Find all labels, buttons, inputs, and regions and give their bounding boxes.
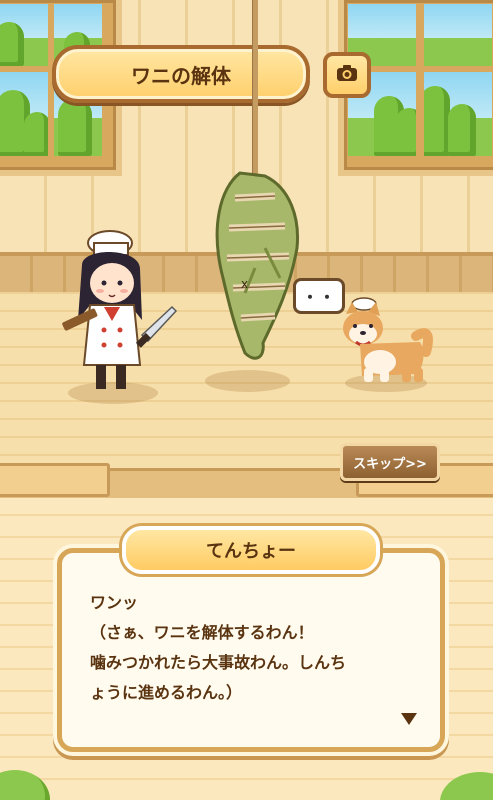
dialog-text: ワンッ （さぁ、ワニを解体するわん！ 噛みつかれたら大事故わん。しんち ょうに進… — [90, 588, 420, 708]
title-badge: ワニの解体 — [52, 45, 310, 103]
triangle-down-icon[interactable] — [401, 713, 417, 725]
hanging-rope — [252, 0, 258, 180]
svg-text:x: x — [241, 277, 248, 291]
dialog-line-3: 噛みつかれたら大事故わん。しんち — [90, 653, 347, 672]
dialog-line-1: ワンッ — [90, 593, 139, 612]
crocodile-shadow — [205, 370, 290, 392]
shiba-dog — [343, 297, 433, 382]
camera-icon — [336, 64, 358, 86]
dialog-line-2: （さぁ、ワニを解体するわん！ — [90, 623, 314, 642]
game-screen[interactable]: ワニの解体 x ・・ スキップ>> てんちょー ワンッ （さぁ、ワニを解体するわ… — [0, 0, 493, 800]
skip-button[interactable]: スキップ>> — [340, 443, 440, 481]
hanging-crocodile: x — [215, 171, 300, 360]
chef-girl — [62, 230, 178, 389]
left-step — [0, 463, 110, 497]
dialog-line-4: ょうに進めるわん。） — [90, 683, 243, 702]
speaker-name-plate: てんちょー — [122, 526, 380, 574]
camera-button[interactable] — [323, 52, 371, 98]
